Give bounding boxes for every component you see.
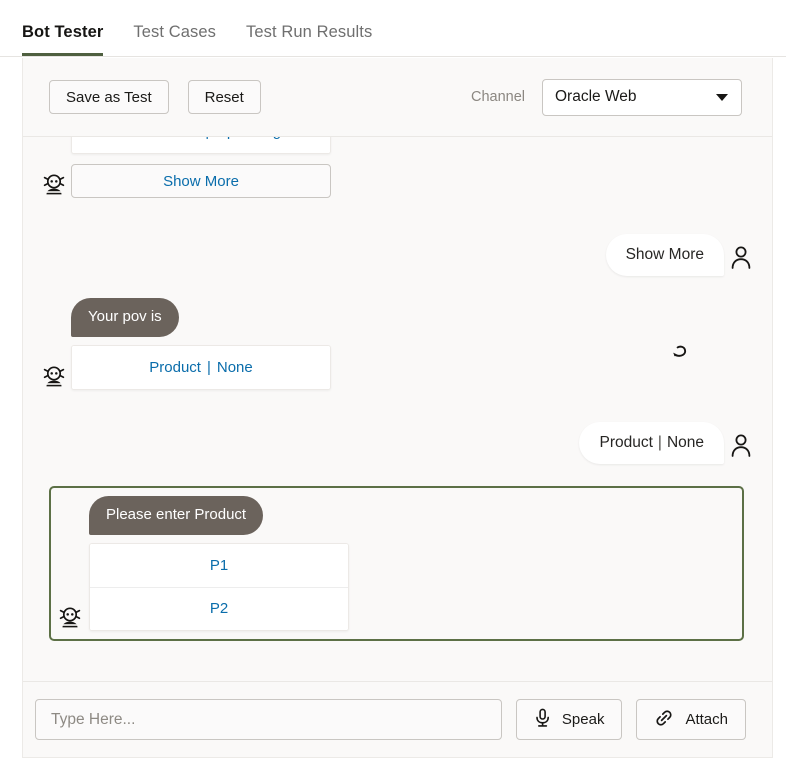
attach-button[interactable]: Attach — [636, 699, 746, 740]
card-item-p1[interactable]: P1 — [90, 544, 348, 587]
chevron-down-icon — [716, 94, 728, 101]
user-bubble-left-text: Product — [599, 434, 652, 451]
channel-select[interactable]: Oracle Web — [542, 79, 742, 116]
message-row-bot-cards-product: Product | None — [37, 345, 758, 390]
bot-avatar — [37, 172, 71, 198]
card-right-text: None — [217, 359, 253, 376]
user-avatar — [724, 244, 758, 270]
bot-bubble-your-pov-is: Your pov is — [71, 298, 179, 337]
card-left-text: Product — [149, 359, 201, 376]
card-item-multi-gaap[interactable]: Multi-GAAP | Operating — [72, 137, 330, 153]
user-bubble-right-text: None — [667, 434, 704, 451]
message-row-bot-cards-gaap: Multi-GAAP | Operating — [37, 137, 758, 154]
person-avatar-icon — [730, 244, 752, 270]
tester-toolbar: Save as Test Reset Channel Oracle Web — [23, 58, 772, 137]
message-input[interactable] — [35, 699, 502, 740]
card-stack-product: Product | None — [71, 345, 331, 390]
message-row-user-show-more: Show More — [37, 234, 758, 276]
robot-avatar-icon — [41, 364, 67, 390]
highlighted-message-group[interactable]: Please enter Product — [49, 486, 744, 641]
tab-bar: Bot Tester Test Cases Test Run Results — [0, 0, 786, 57]
card-stack-gaap: Multi-GAAP | Operating — [71, 137, 331, 154]
user-bubble-separator: | — [653, 434, 667, 451]
message-row-bot-show-more: Show More — [37, 164, 758, 198]
card-item-p2[interactable]: P2 — [90, 587, 348, 630]
reset-button[interactable]: Reset — [188, 80, 261, 114]
robot-avatar-icon — [41, 172, 67, 198]
user-bubble-show-more: Show More — [606, 234, 724, 276]
bot-avatar-3 — [51, 605, 89, 631]
speak-label: Speak — [562, 711, 605, 728]
bot-tester-page: Bot Tester Test Cases Test Run Results S… — [0, 0, 786, 780]
channel-label: Channel — [471, 89, 525, 105]
channel-selected-value: Oracle Web — [555, 88, 637, 106]
card-separator: | — [201, 359, 217, 376]
link-icon — [654, 708, 674, 732]
attach-label: Attach — [685, 711, 728, 728]
retry-button[interactable] — [668, 340, 690, 362]
card-item-product-none[interactable]: Product | None — [72, 346, 330, 389]
channel-selector-wrap: Channel Oracle Web — [471, 79, 742, 116]
message-composer: Speak Attach — [23, 681, 772, 757]
card-right-text: Operating — [215, 137, 281, 140]
card-stack-products: P1 P2 — [89, 543, 349, 631]
microphone-icon — [534, 708, 551, 732]
message-row-bot-pov: Your pov is — [37, 298, 758, 337]
message-row-bot-cards-products: P1 P2 — [51, 543, 732, 631]
save-as-test-button[interactable]: Save as Test — [49, 80, 169, 114]
card-separator: | — [199, 137, 215, 140]
undo-arrow-icon — [668, 340, 690, 362]
tester-panel: Save as Test Reset Channel Oracle Web — [22, 58, 773, 758]
chat-transcript[interactable]: Multi-GAAP | Operating — [23, 137, 772, 681]
bot-bubble-please-enter-product: Please enter Product — [89, 496, 263, 535]
tab-test-cases[interactable]: Test Cases — [133, 23, 216, 56]
user-bubble-product-none: Product|None — [579, 422, 724, 464]
bot-avatar-2 — [37, 364, 71, 390]
message-row-bot-please-enter: Please enter Product — [51, 496, 732, 535]
card-left-text: Multi-GAAP — [121, 137, 199, 140]
tab-test-run-results[interactable]: Test Run Results — [246, 23, 372, 56]
tab-bot-tester[interactable]: Bot Tester — [22, 23, 103, 56]
speak-button[interactable]: Speak — [516, 699, 623, 740]
user-avatar-2 — [724, 432, 758, 458]
person-avatar-icon — [730, 432, 752, 458]
message-row-user-product: Product|None — [37, 422, 758, 464]
action-button-show-more[interactable]: Show More — [71, 164, 331, 198]
robot-avatar-icon — [57, 605, 83, 631]
